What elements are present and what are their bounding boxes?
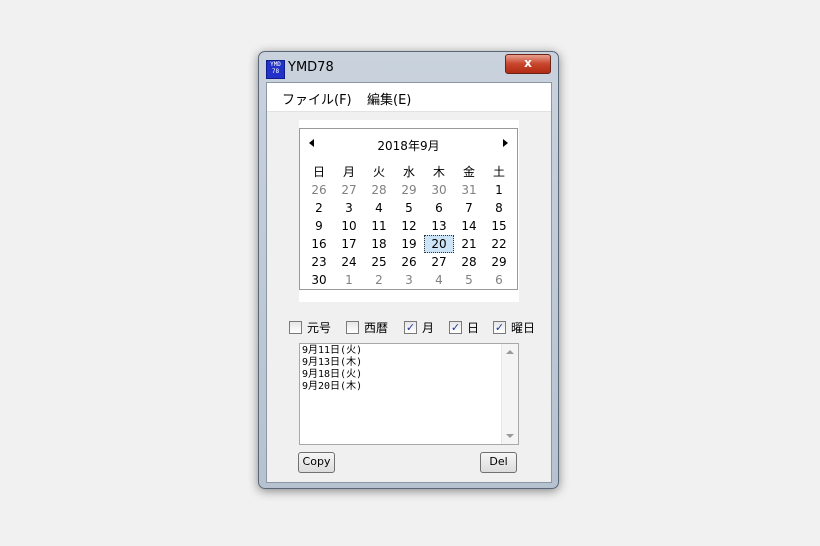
calendar-day[interactable]: 1 bbox=[334, 271, 364, 289]
calendar-day[interactable]: 1 bbox=[484, 181, 514, 199]
option-checkbox[interactable]: ✓ 日 bbox=[449, 319, 479, 336]
calendar-day[interactable]: 4 bbox=[424, 271, 454, 289]
calendar-day[interactable]: 16 bbox=[304, 235, 334, 253]
calendar-day[interactable]: 15 bbox=[484, 217, 514, 235]
weekday-header: 日 bbox=[312, 165, 325, 179]
calendar-day[interactable]: 7 bbox=[454, 199, 484, 217]
option-checkbox[interactable]: ✓ 曜日 bbox=[493, 319, 535, 336]
checkbox-label: 月 bbox=[422, 321, 435, 335]
list-item[interactable]: 9月13日(木) bbox=[302, 357, 362, 369]
list-item[interactable]: 9月20日(木) bbox=[302, 381, 362, 393]
calendar-day[interactable]: 8 bbox=[484, 199, 514, 217]
calendar-day[interactable]: 20 bbox=[424, 235, 454, 253]
app-icon-text-2: 78 bbox=[271, 68, 280, 75]
calendar-day[interactable]: 2 bbox=[304, 199, 334, 217]
window-title: YMD78 bbox=[288, 60, 334, 75]
menu-edit[interactable]: 編集(E) bbox=[367, 89, 411, 108]
calendar-day[interactable]: 12 bbox=[394, 217, 424, 235]
app-icon[interactable]: YMD 78 bbox=[266, 60, 285, 79]
calendar-day[interactable]: 13 bbox=[424, 217, 454, 235]
menu-bar: ファイル(F) 編集(E) bbox=[267, 83, 551, 112]
calendar-day[interactable]: 14 bbox=[454, 217, 484, 235]
calendar-day[interactable]: 4 bbox=[364, 199, 394, 217]
calendar-day[interactable]: 31 bbox=[454, 181, 484, 199]
calendar-day[interactable]: 9 bbox=[304, 217, 334, 235]
calendar-header: 2018年9月 bbox=[300, 136, 517, 154]
calendar-day[interactable]: 27 bbox=[334, 181, 364, 199]
calendar-day[interactable]: 25 bbox=[364, 253, 394, 271]
list-item[interactable]: 9月11日(火) bbox=[302, 345, 362, 357]
month-calendar[interactable]: 2018年9月 日月火水木金土 26 27 28 29 30 31 1 2 3 4 5 6 7 8 9 10 11… bbox=[299, 128, 518, 290]
list-item[interactable]: 9月18日(火) bbox=[302, 369, 362, 381]
calendar-day[interactable]: 11 bbox=[364, 217, 394, 235]
calendar-day[interactable]: 5 bbox=[454, 271, 484, 289]
date-listbox[interactable]: 9月11日(火) 9月13日(木) 9月18日(火) 9月20日(木) bbox=[299, 343, 519, 445]
calendar-day[interactable]: 17 bbox=[334, 235, 364, 253]
calendar-day[interactable]: 21 bbox=[454, 235, 484, 253]
calendar-day[interactable]: 30 bbox=[424, 181, 454, 199]
calendar-day[interactable]: 3 bbox=[394, 271, 424, 289]
calendar-day[interactable]: 19 bbox=[394, 235, 424, 253]
calendar-panel: 2018年9月 日月火水木金土 26 27 28 29 30 31 1 2 3 4 5 6 7 8 9 10 11… bbox=[299, 120, 519, 302]
calendar-day[interactable]: 28 bbox=[364, 181, 394, 199]
calendar-day[interactable]: 6 bbox=[424, 199, 454, 217]
weekday-header: 月 bbox=[342, 165, 355, 179]
checkbox-label: 曜日 bbox=[511, 321, 536, 335]
checkbox-label: 日 bbox=[467, 321, 480, 335]
del-button[interactable]: Del bbox=[480, 452, 517, 473]
weekday-header: 木 bbox=[432, 165, 445, 179]
weekday-header: 火 bbox=[372, 165, 385, 179]
checkbox-box[interactable]: ✓ bbox=[493, 321, 506, 334]
client-area: ファイル(F) 編集(E) 2018年9月 日月火水木金土 26 27 28 29 30 3… bbox=[266, 82, 552, 483]
calendar-day[interactable]: 2 bbox=[364, 271, 394, 289]
calendar-day[interactable]: 28 bbox=[454, 253, 484, 271]
calendar-day[interactable]: 29 bbox=[394, 181, 424, 199]
option-checkbox[interactable]: 元号 bbox=[289, 319, 331, 336]
checkbox-box[interactable] bbox=[289, 321, 302, 334]
format-options: 元号 西暦 ✓ 月 ✓ 日 ✓ 曜日 bbox=[289, 319, 549, 339]
option-checkbox[interactable]: 西暦 bbox=[346, 319, 388, 336]
calendar-day[interactable]: 24 bbox=[334, 253, 364, 271]
calendar-day[interactable]: 26 bbox=[394, 253, 424, 271]
copy-button[interactable]: Copy bbox=[298, 452, 335, 473]
date-list: 9月11日(火) 9月13日(木) 9月18日(火) 9月20日(木) bbox=[302, 345, 362, 393]
scroll-down-icon[interactable] bbox=[506, 434, 514, 438]
scroll-up-icon[interactable] bbox=[506, 350, 514, 354]
checkbox-label: 元号 bbox=[307, 321, 332, 335]
app-icon-text-1: YMD bbox=[270, 61, 281, 68]
calendar-day[interactable]: 23 bbox=[304, 253, 334, 271]
option-checkbox[interactable]: ✓ 月 bbox=[404, 319, 434, 336]
calendar-day[interactable]: 6 bbox=[484, 271, 514, 289]
month-title[interactable]: 2018年9月 bbox=[300, 137, 517, 154]
weekday-header: 金 bbox=[462, 165, 475, 179]
weekday-header: 土 bbox=[492, 165, 505, 179]
calendar-day[interactable]: 22 bbox=[484, 235, 514, 253]
calendar-day[interactable]: 3 bbox=[334, 199, 364, 217]
close-button[interactable]: x bbox=[505, 54, 551, 74]
calendar-day[interactable]: 18 bbox=[364, 235, 394, 253]
calendar-day[interactable]: 26 bbox=[304, 181, 334, 199]
weekday-header: 水 bbox=[402, 165, 415, 179]
calendar-day[interactable]: 30 bbox=[304, 271, 334, 289]
title-bar[interactable]: YMD 78 YMD78 x bbox=[259, 52, 558, 82]
listbox-scrollbar[interactable] bbox=[501, 344, 518, 444]
menu-file[interactable]: ファイル(F) bbox=[282, 89, 352, 108]
checkbox-box[interactable]: ✓ bbox=[404, 321, 417, 334]
checkbox-label: 西暦 bbox=[364, 321, 389, 335]
calendar-day[interactable]: 10 bbox=[334, 217, 364, 235]
app-window: YMD 78 YMD78 x ファイル(F) 編集(E) 2018年9月 日月火… bbox=[258, 51, 559, 489]
calendar-day[interactable]: 5 bbox=[394, 199, 424, 217]
calendar-day[interactable]: 29 bbox=[484, 253, 514, 271]
calendar-day[interactable]: 27 bbox=[424, 253, 454, 271]
checkbox-box[interactable]: ✓ bbox=[449, 321, 462, 334]
checkbox-box[interactable] bbox=[346, 321, 359, 334]
next-month-icon[interactable] bbox=[503, 139, 508, 147]
